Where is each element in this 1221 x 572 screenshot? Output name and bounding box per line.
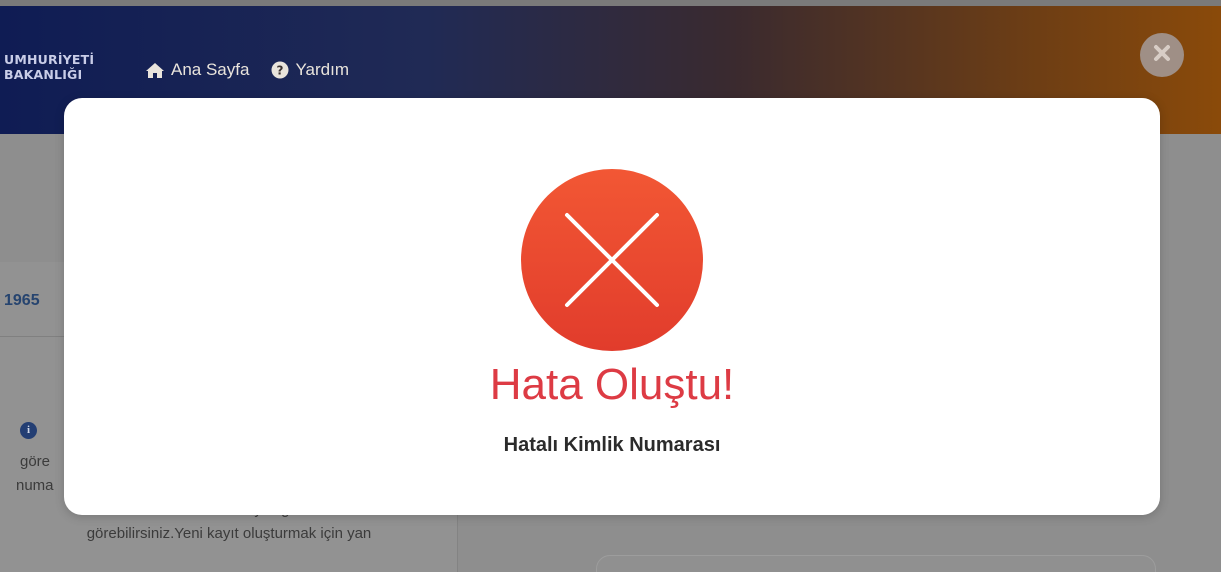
brand-line-2: BAKANLIĞI xyxy=(4,67,83,82)
close-icon xyxy=(1153,44,1171,66)
home-icon xyxy=(145,62,165,79)
info-line: görebilirsiniz.Yeni kayıt oluşturmak içi… xyxy=(86,525,372,542)
top-stripe xyxy=(0,0,1221,6)
error-message: Hatalı Kimlik Numarası xyxy=(503,434,721,456)
main-nav: Ana Sayfa ? Yardım xyxy=(145,60,349,80)
nav-home-link[interactable]: Ana Sayfa xyxy=(145,60,249,80)
error-modal: Hata Oluştu! Hatalı Kimlik Numarası xyxy=(64,98,1160,515)
content-card xyxy=(596,555,1156,572)
ministry-brand[interactable]: UMHURİYETİ BAKANLIĞI xyxy=(4,52,94,82)
nav-home-label: Ana Sayfa xyxy=(171,60,250,79)
close-button[interactable] xyxy=(1140,33,1184,77)
nav-help-label: Yardım xyxy=(295,60,349,79)
year-value: 1965 xyxy=(4,292,40,309)
error-x-icon xyxy=(521,169,703,351)
brand-line-1: UMHURİYETİ xyxy=(4,52,95,67)
svg-text:?: ? xyxy=(277,64,284,78)
nav-help-link[interactable]: ? Yardım xyxy=(271,60,349,80)
question-circle-icon: ? xyxy=(271,61,289,79)
error-title: Hata Oluştu! xyxy=(489,360,735,409)
info-icon: i xyxy=(20,422,37,439)
